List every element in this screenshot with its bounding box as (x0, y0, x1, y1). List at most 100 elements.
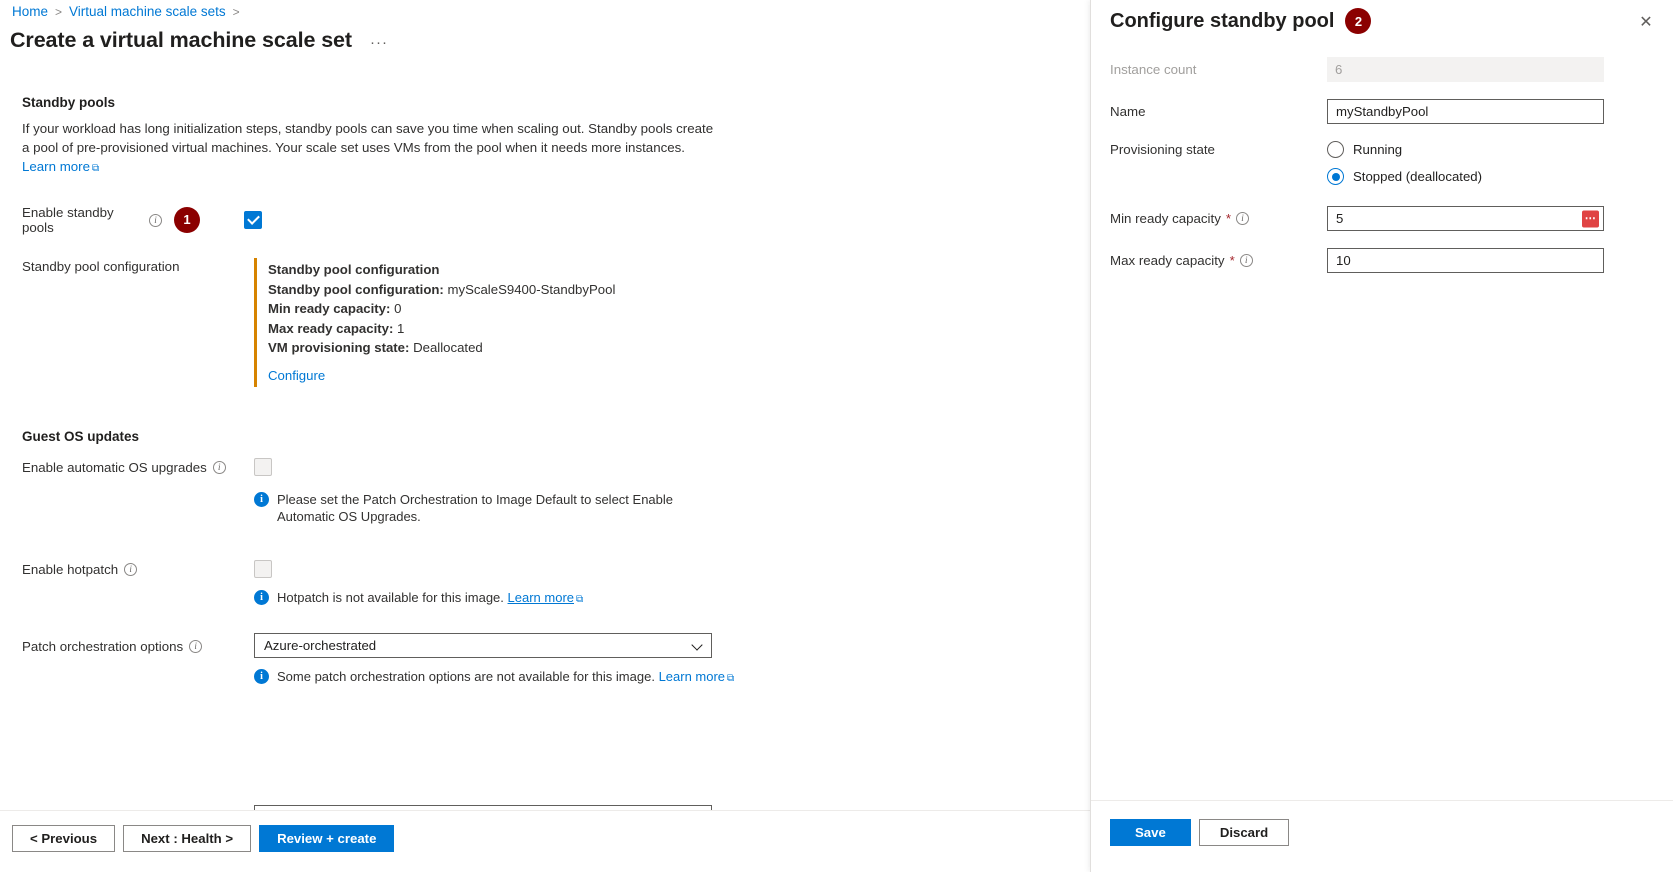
breadcrumb-item-vmss[interactable]: Virtual machine scale sets (69, 4, 226, 19)
close-icon[interactable]: ✕ (1635, 12, 1657, 34)
radio-icon-stopped[interactable] (1327, 168, 1344, 185)
patch-orchestration-value: Azure-orchestrated (264, 638, 376, 653)
external-link-icon[interactable]: ⧉ (92, 159, 99, 178)
info-icon[interactable]: i (189, 640, 202, 653)
hotpatch-learn-more-link[interactable]: Learn more (508, 590, 574, 605)
info-icon[interactable]: i (149, 214, 162, 227)
patch-note-wrap: Some patch orchestration options are not… (277, 668, 734, 687)
min-ready-capacity-value: 5 (1336, 211, 1343, 226)
external-link-icon[interactable]: ⧉ (576, 591, 583, 608)
summary-line-0-value: myScaleS9400-StandbyPool (448, 282, 616, 297)
auto-os-upgrades-note: i Please set the Patch Orchestration to … (254, 491, 699, 525)
patch-orchestration-label: Patch orchestration options (22, 639, 183, 654)
configure-standby-pool-panel: Configure standby pool 2 ✕ Instance coun… (1090, 0, 1673, 872)
hotpatch-note-text: Hotpatch is not available for this image… (277, 590, 504, 605)
radio-option-stopped[interactable]: Stopped (deallocated) (1327, 168, 1482, 185)
azure-portal-screen: Home > Virtual machine scale sets > Crea… (0, 0, 1673, 872)
auto-os-note-spacer (22, 491, 254, 492)
summary-line-1: Min ready capacity: 0 (268, 299, 615, 319)
info-icon[interactable]: i (213, 461, 226, 474)
summary-heading: Standby pool configuration (268, 260, 615, 280)
radio-option-running[interactable]: Running (1327, 141, 1482, 158)
max-ready-capacity-input[interactable]: 10 (1327, 248, 1604, 273)
auto-os-upgrades-row: Enable automatic OS upgrades i (22, 458, 1090, 476)
standby-pool-configuration-label: Standby pool configuration (22, 258, 254, 274)
guest-os-section-title: Guest OS updates (22, 429, 1090, 444)
patch-orchestration-row: Patch orchestration options i Azure-orch… (22, 633, 1090, 658)
summary-line-3: VM provisioning state: Deallocated (268, 338, 615, 358)
enable-standby-pools-label: Enable standby pools (22, 205, 143, 235)
panel-footer: Save Discard (1091, 800, 1673, 872)
max-ready-capacity-label-wrap: Max ready capacity * i (1091, 253, 1327, 268)
patch-orchestration-dropdown[interactable]: Azure-orchestrated (254, 633, 712, 658)
external-link-icon[interactable]: ⧉ (727, 670, 734, 687)
radio-label-running: Running (1353, 142, 1402, 157)
hotpatch-note-row: i Hotpatch is not available for this ima… (22, 589, 1090, 608)
summary-line-2-value: 1 (397, 321, 404, 336)
review-create-button[interactable]: Review + create (259, 825, 394, 852)
hotpatch-label: Enable hotpatch (22, 562, 118, 577)
info-icon[interactable]: i (1236, 212, 1249, 225)
min-ready-capacity-row: Min ready capacity * i 5 ⋯ (1091, 206, 1673, 231)
instance-count-row: Instance count 6 (1091, 57, 1673, 82)
hotpatch-note: i Hotpatch is not available for this ima… (254, 589, 583, 608)
discard-button[interactable]: Discard (1199, 819, 1289, 846)
instance-count-value: 6 (1335, 62, 1342, 77)
enable-standby-pools-row: Enable standby pools i 1 (22, 204, 1090, 235)
patch-orchestration-label-wrap: Patch orchestration options i (22, 638, 254, 654)
provisioning-state-row: Provisioning state Running Stopped (deal… (1091, 141, 1673, 185)
standby-pools-description-text: If your workload has long initialization… (22, 121, 713, 155)
next-health-button[interactable]: Next : Health > (123, 825, 251, 852)
summary-line-1-key: Min ready capacity: (268, 301, 390, 316)
summary-line-1-value: 0 (394, 301, 401, 316)
breadcrumb-item-home[interactable]: Home (12, 4, 48, 19)
previous-button[interactable]: < Previous (12, 825, 115, 852)
min-ready-capacity-input[interactable]: 5 ⋯ (1327, 206, 1604, 231)
auto-os-upgrades-checkbox[interactable] (254, 458, 272, 476)
patch-note-row: i Some patch orchestration options are n… (22, 668, 1090, 687)
step-badge-1: 1 (174, 207, 200, 233)
wizard-footer: < Previous Next : Health > Review + crea… (0, 810, 1090, 872)
provisioning-state-label: Provisioning state (1091, 141, 1327, 157)
instance-count-label: Instance count (1091, 62, 1327, 77)
max-ready-capacity-value: 10 (1336, 253, 1351, 268)
auto-os-upgrades-label-wrap: Enable automatic OS upgrades i (22, 459, 254, 475)
standby-pools-learn-more-link[interactable]: Learn more (22, 159, 90, 174)
standby-pool-configuration-row: Standby pool configuration Standby pool … (22, 258, 1090, 387)
more-options-icon[interactable]: ··· (370, 34, 388, 51)
panel-header: Configure standby pool 2 ✕ (1091, 0, 1673, 52)
enable-standby-pools-checkbox[interactable] (244, 211, 262, 229)
auto-os-upgrades-label: Enable automatic OS upgrades (22, 460, 207, 475)
page-title: Create a virtual machine scale set (10, 28, 352, 53)
standby-pool-summary: Standby pool configuration Standby pool … (254, 258, 615, 387)
hotpatch-note-spacer (22, 589, 254, 590)
summary-line-3-value: Deallocated (413, 340, 483, 355)
configure-link[interactable]: Configure (268, 368, 325, 383)
summary-line-2-key: Max ready capacity: (268, 321, 393, 336)
enable-standby-pools-label-wrap: Enable standby pools i (22, 204, 162, 235)
max-ready-capacity-row: Max ready capacity * i 10 (1091, 248, 1673, 273)
patch-learn-more-link[interactable]: Learn more (659, 669, 725, 684)
required-asterisk: * (1230, 253, 1235, 268)
patch-note-text: Some patch orchestration options are not… (277, 669, 655, 684)
min-ready-capacity-label: Min ready capacity (1110, 211, 1221, 226)
save-button[interactable]: Save (1110, 819, 1191, 846)
summary-line-0: Standby pool configuration: myScaleS9400… (268, 280, 615, 300)
form-content: Standby pools If your workload has long … (0, 95, 1090, 830)
info-icon[interactable]: i (124, 563, 137, 576)
auto-os-upgrades-note-text: Please set the Patch Orchestration to Im… (277, 491, 699, 525)
wizard-footer-buttons: < Previous Next : Health > Review + crea… (12, 825, 394, 852)
radio-icon-running[interactable] (1327, 141, 1344, 158)
step-badge-2: 2 (1345, 8, 1371, 34)
page-title-row: Create a virtual machine scale set ··· (10, 28, 388, 53)
hotpatch-checkbox[interactable] (254, 560, 272, 578)
standby-pools-section-title: Standby pools (22, 95, 1090, 110)
validation-error-icon[interactable]: ⋯ (1582, 210, 1599, 227)
name-input[interactable]: myStandbyPool (1327, 99, 1604, 124)
info-circle-icon: i (254, 590, 269, 605)
min-ready-capacity-label-wrap: Min ready capacity * i (1091, 211, 1327, 226)
max-ready-capacity-label: Max ready capacity (1110, 253, 1225, 268)
info-icon[interactable]: i (1240, 254, 1253, 267)
info-circle-icon: i (254, 669, 269, 684)
create-vmss-pane: Home > Virtual machine scale sets > Crea… (0, 0, 1090, 872)
